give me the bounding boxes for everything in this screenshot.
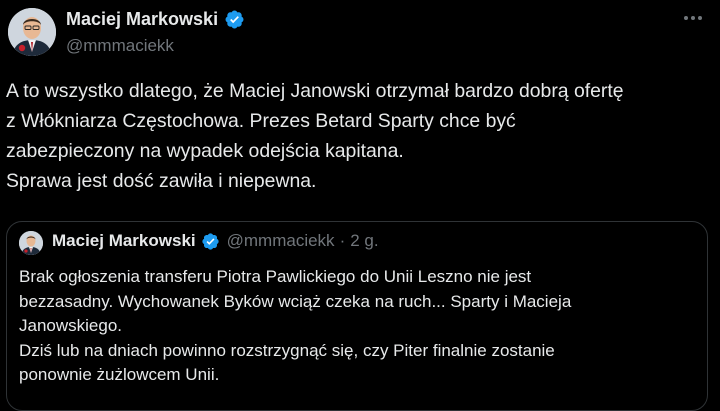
quoted-display-name: Maciej Markowski — [52, 231, 196, 250]
quoted-avatar-image — [19, 231, 43, 255]
tweet-text-line: zabezpieczony na wypadek odejścia kapita… — [6, 140, 404, 162]
quoted-separator: · — [339, 231, 346, 250]
tweet-text-line: A to wszystko dlatego, że Maciej Janowsk… — [6, 80, 624, 102]
quoted-header: Maciej Markowski @mmmaciekk · 2 g. — [52, 231, 379, 251]
more-dot — [698, 16, 702, 20]
quoted-tweet[interactable]: Maciej Markowski @mmmaciekk · 2 g. Brak … — [6, 221, 708, 411]
more-dot — [691, 16, 695, 20]
verified-badge-icon — [202, 232, 219, 250]
avatar-image — [8, 8, 56, 56]
quoted-text-line: Janowskiego. — [19, 316, 123, 335]
quoted-text-line: ponownie żużlowcem Unii. — [19, 365, 220, 384]
tweet-text: A to wszystko dlatego, że Maciej Janowsk… — [6, 76, 706, 196]
avatar[interactable] — [8, 8, 56, 56]
author-name-row: Maciej Markowski — [66, 9, 245, 30]
more-options-icon[interactable] — [680, 8, 706, 28]
quoted-text: Brak ogłoszenia transferu Piotra Pawlick… — [19, 265, 699, 388]
author-display-name[interactable]: Maciej Markowski — [66, 9, 218, 30]
tweet-text-line: Sprawa jest dość zawiła i niepewna. — [6, 170, 317, 192]
quoted-text-line: Brak ogłoszenia transferu Piotra Pawlick… — [19, 267, 532, 286]
quoted-text-line: bezzasadny. Wychowanek Byków wciąż czeka… — [19, 291, 572, 311]
tweet-text-line: z Włókniarza Częstochowa. Prezes Betard … — [6, 110, 516, 132]
verified-badge-icon — [225, 10, 244, 29]
author-handle[interactable]: @mmmaciekk — [66, 36, 174, 56]
quoted-text-line: Dziś lub na dniach powinno rozstrzygnąć … — [19, 340, 555, 360]
quoted-avatar — [19, 231, 43, 255]
quoted-handle: @mmmaciekk — [226, 231, 335, 250]
more-dot — [684, 16, 688, 20]
quoted-timestamp: 2 g. — [350, 231, 379, 250]
